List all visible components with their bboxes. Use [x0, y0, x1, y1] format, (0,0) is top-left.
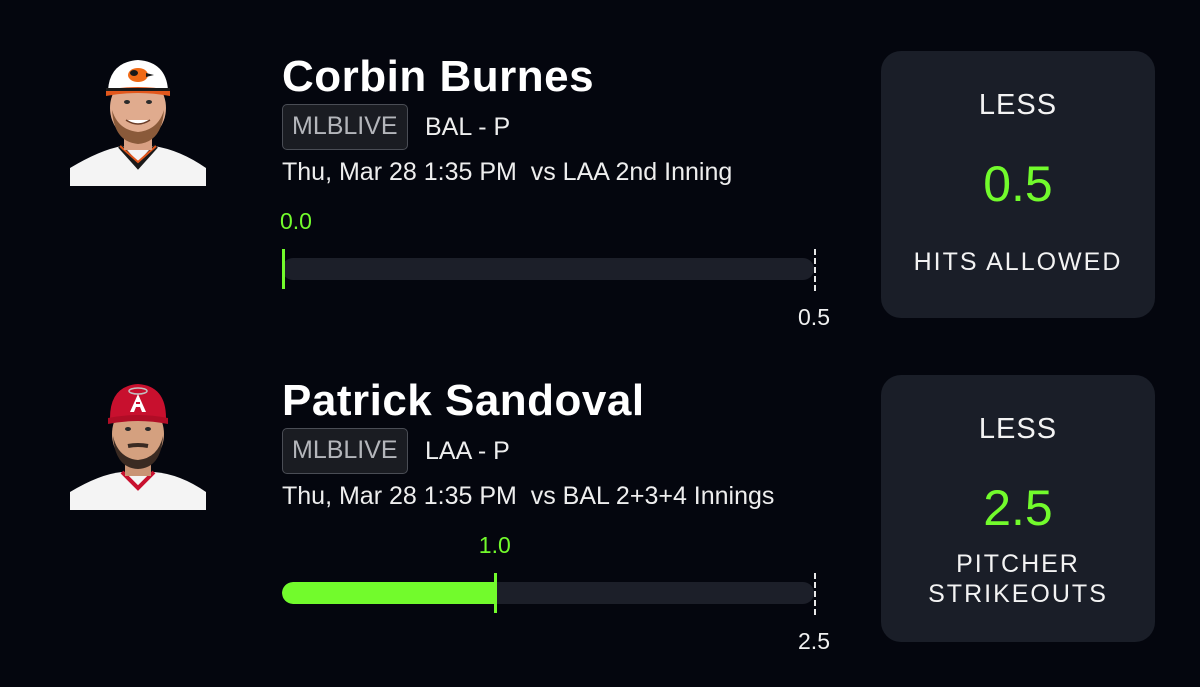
stat-progress: 0.0 0.5: [280, 208, 842, 330]
stat-type-line: PITCHER: [956, 550, 1080, 578]
league-badge: MLBLIVE: [282, 428, 408, 474]
line-value: 2.5: [983, 480, 1053, 536]
progress-track: [282, 582, 814, 604]
game-info: Thu, Mar 28 1:35 PM vs LAA 2nd Inning: [282, 158, 733, 186]
progress-current-label: 0.0: [280, 208, 312, 234]
stat-type: PITCHER STRIKEOUTS: [881, 549, 1155, 609]
stat-type: HITS ALLOWED: [881, 247, 1155, 277]
league-badge: MLBLIVE: [282, 104, 408, 150]
progress-track: [282, 258, 814, 280]
pick-row: Corbin Burnes MLBLIVE BAL - P Thu, Mar 2…: [0, 0, 1200, 330]
player-headshot-icon: [70, 50, 206, 186]
progress-current-label: 1.0: [478, 532, 511, 558]
line-direction: LESS: [978, 89, 1058, 121]
game-info: Thu, Mar 28 1:35 PM vs BAL 2+3+4 Innings: [282, 482, 775, 510]
line-direction: LESS: [978, 413, 1058, 445]
player-name: Patrick Sandoval: [282, 376, 645, 425]
pick-row: Patrick Sandoval MLBLIVE LAA - P Thu, Ma…: [0, 324, 1200, 654]
team-position: BAL - P: [425, 113, 511, 141]
progress-target-label: 2.5: [798, 628, 830, 654]
progress-target-line: [814, 249, 816, 291]
progress-marker: [493, 573, 497, 613]
team-position: LAA - P: [425, 437, 510, 465]
line-value: 0.5: [983, 156, 1053, 212]
progress-fill: [282, 582, 495, 604]
line-card[interactable]: LESS 2.5 PITCHER STRIKEOUTS: [881, 375, 1155, 642]
progress-target-line: [814, 573, 816, 615]
player-headshot-icon: [70, 374, 206, 510]
stat-type-line: HITS ALLOWED: [913, 248, 1123, 276]
stat-type-line: STRIKEOUTS: [928, 580, 1108, 608]
progress-marker: [282, 249, 285, 289]
stat-progress: 1.0 2.5: [282, 532, 842, 654]
line-card[interactable]: LESS 0.5 HITS ALLOWED: [881, 51, 1155, 318]
player-name: Corbin Burnes: [282, 52, 595, 101]
